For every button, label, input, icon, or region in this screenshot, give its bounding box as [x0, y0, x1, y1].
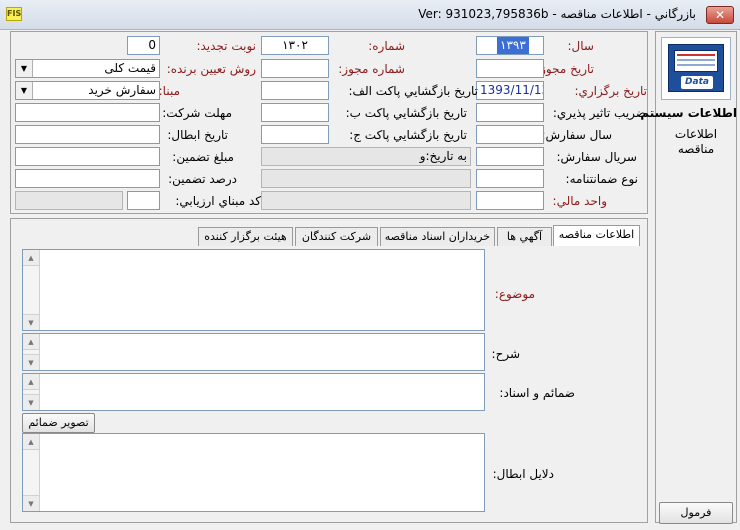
description-label: شرح:	[491, 347, 520, 361]
renewal-field[interactable]: 0	[127, 36, 160, 55]
deadline-label: مهلت شرکت:	[162, 106, 232, 120]
tab-document-buyers[interactable]: خريداران اسناد مناقصه	[380, 227, 495, 246]
tab-holding-board[interactable]: هيئت برگزار کننده	[198, 227, 293, 246]
order-serial-field[interactable]	[476, 147, 544, 166]
scroll-down-icon[interactable]: ▼	[23, 394, 39, 410]
financial-unit-label: واحد مالي:	[552, 194, 607, 208]
scroll-up-icon[interactable]: ▲	[23, 374, 39, 390]
guarantee-amount-label: مبلغ تضمين:	[172, 150, 234, 164]
eval-basis-desc	[15, 191, 123, 210]
guarantee-percent-field[interactable]	[15, 169, 160, 188]
holding-date-label: تاريخ برگزاري:	[574, 84, 647, 98]
eval-basis-label: کد مبناي ارزيابي:	[175, 194, 261, 208]
year-value: ۱۳۹۳	[497, 37, 529, 54]
attachments-label: ضمائم و اسناد:	[499, 386, 575, 400]
financial-unit-field[interactable]	[476, 191, 544, 210]
window-title: Ver: 931023,795836b - بازرگاني - اطلاعات…	[418, 7, 696, 21]
chevron-down-icon[interactable]: ▼	[16, 82, 33, 99]
side-panel	[655, 31, 737, 523]
guarantee-type-field[interactable]	[476, 169, 544, 188]
tab-ads[interactable]: آگهي ها	[497, 227, 552, 246]
order-serial-label: سريال سفارش:	[556, 150, 637, 164]
scroll-up-icon[interactable]: ▲	[23, 434, 39, 450]
basis-select[interactable]: ▼ سفارش خريد	[15, 81, 160, 100]
to-date-field: به تاريخ:و	[261, 147, 471, 166]
tab-participants[interactable]: شرکت کنندگان	[295, 227, 378, 246]
open-b-field[interactable]	[261, 103, 329, 122]
subject-scrollbar[interactable]: ▲ ▼	[23, 250, 40, 330]
chevron-down-icon[interactable]: ▼	[16, 60, 33, 77]
basis-label: مبنا:	[158, 84, 180, 98]
permit-number-field[interactable]	[261, 59, 329, 78]
permit-date-field[interactable]	[476, 59, 544, 78]
cancel-reasons-label: دلايل ابطال:	[492, 467, 554, 481]
winner-method-select[interactable]: ▼ قيمت کلی	[15, 59, 160, 78]
description-scrollbar[interactable]: ▲ ▼	[23, 334, 40, 370]
scroll-up-icon[interactable]: ▲	[23, 334, 39, 350]
to-date-label: به تاريخ:و	[419, 149, 467, 163]
system-info-label[interactable]: اطلاعات سيستم	[640, 106, 737, 120]
winner-method-value: قيمت کلی	[104, 61, 156, 75]
open-b-label: تاريخ بازگشايي پاکت ب:	[345, 106, 467, 120]
eval-basis-field[interactable]	[127, 191, 160, 210]
number-label: شماره:	[368, 39, 405, 53]
guarantee-type-desc	[261, 169, 471, 188]
renewal-label: نوبت تجديد:	[196, 39, 256, 53]
year-field[interactable]: ۱۳۹۳	[476, 36, 544, 55]
scroll-down-icon[interactable]: ▼	[23, 495, 39, 511]
cancel-date-field[interactable]	[15, 125, 160, 144]
guarantee-type-label: نوع ضمانتنامه:	[565, 172, 638, 186]
winner-method-label: روش تعيين برنده:	[166, 62, 256, 76]
system-logo[interactable]: Data	[661, 37, 731, 100]
financial-unit-desc	[261, 191, 471, 210]
number-field[interactable]: ۱۳۰۲	[261, 36, 329, 55]
open-a-label: تاريخ بازگشايي پاکت الف:	[348, 84, 478, 98]
app-icon: FIS	[6, 7, 22, 21]
data-logo-icon: Data	[668, 44, 724, 92]
scroll-down-icon[interactable]: ▼	[23, 314, 39, 330]
tab-tender-info[interactable]: اطلاعات مناقصه	[553, 225, 640, 246]
order-year-field[interactable]	[476, 125, 544, 144]
impact-field[interactable]	[476, 103, 544, 122]
logo-text: Data	[681, 76, 713, 89]
scroll-down-icon[interactable]: ▼	[23, 354, 39, 370]
subject-label: موضوع:	[494, 287, 535, 301]
cancel-reasons-memo[interactable]: ▲ ▼	[22, 433, 485, 512]
holding-date-field[interactable]: 1393/11/13	[476, 81, 544, 100]
order-year-label: سال سفارش:	[541, 128, 612, 142]
open-c-label: تاريخ بازگشايي پاکت ج:	[349, 128, 467, 142]
attachments-memo[interactable]: ▲ ▼	[22, 373, 485, 411]
description-memo[interactable]: ▲ ▼	[22, 333, 485, 371]
tender-info-label[interactable]: اطلاعات مناقصه	[660, 127, 732, 157]
permit-number-label: شماره مجوز:	[338, 62, 405, 76]
cancel-date-label: تاريخ ابطال:	[167, 128, 228, 142]
close-button[interactable]: ✕	[706, 6, 734, 24]
open-c-field[interactable]	[261, 125, 329, 144]
scroll-up-icon[interactable]: ▲	[23, 250, 39, 266]
guarantee-amount-field[interactable]	[15, 147, 160, 166]
impact-label: ضريب تاثير پذيري:	[552, 106, 646, 120]
permit-date-label: تاريخ مجوز:	[536, 62, 594, 76]
attachments-image-button[interactable]: تصوير ضمائم	[22, 413, 95, 433]
title-bar: FIS Ver: 931023,795836b - بازرگاني - اطل…	[0, 0, 740, 30]
deadline-field[interactable]	[15, 103, 160, 122]
attachments-scrollbar[interactable]: ▲ ▼	[23, 374, 40, 410]
basis-value: سفارش خريد	[88, 83, 156, 97]
subject-memo[interactable]: ▲ ▼	[22, 249, 485, 331]
open-a-field[interactable]	[261, 81, 329, 100]
guarantee-percent-label: درصد تضمين:	[168, 172, 237, 186]
form-button[interactable]: فرمول	[659, 502, 733, 524]
year-label: سال:	[567, 39, 594, 53]
cancel-reasons-scrollbar[interactable]: ▲ ▼	[23, 434, 40, 511]
